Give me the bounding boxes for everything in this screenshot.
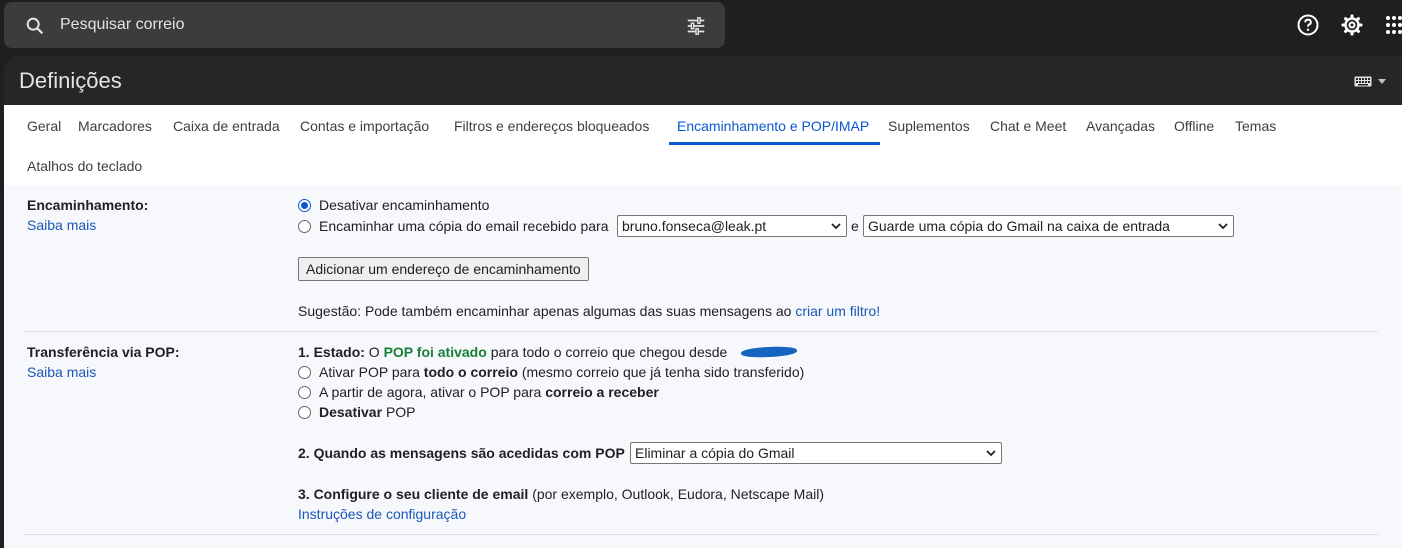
forward-copy-radio[interactable] <box>298 220 311 233</box>
search-icon[interactable] <box>24 15 46 37</box>
search-bar[interactable]: Pesquisar correio <box>4 2 725 48</box>
forwarding-learn-more-link[interactable]: Saiba mais <box>27 217 96 233</box>
top-bar: Pesquisar correio <box>0 0 1402 52</box>
add-forwarding-address-button[interactable]: Adicionar um endereço de encaminhamento <box>298 257 589 281</box>
pop-new-mail-radio[interactable] <box>298 386 311 399</box>
forwarding-tip-text: Sugestão: Pode também encaminhar apenas … <box>298 303 792 319</box>
pop-all-mail-radio[interactable] <box>298 366 311 379</box>
pop-new-mail-label: A partir de agora, ativar o POP para cor… <box>319 384 659 400</box>
page-title: Definições <box>19 68 122 93</box>
pop-all-mail-text-b: todo o correio <box>423 364 518 380</box>
pop-status-active: POP foi ativado <box>383 344 487 360</box>
tab-suplementos[interactable]: Suplementos <box>888 118 970 134</box>
configuration-instructions-link[interactable]: Instruções de configuração <box>298 506 466 522</box>
section-divider <box>24 331 1378 332</box>
pop-status-o: O <box>368 344 380 360</box>
pop-disable-text-b: POP <box>385 404 416 420</box>
chevron-down-icon <box>831 223 841 230</box>
tab-caixa-de-entrada[interactable]: Caixa de entrada <box>173 118 280 134</box>
redacted-date <box>740 346 798 358</box>
forward-copy-label: Encaminhar uma cópia do email recebido p… <box>319 218 609 234</box>
forward-address-select[interactable]: bruno.fonseca@leak.pt <box>617 215 847 237</box>
create-filter-link[interactable]: criar um filtro! <box>795 303 880 319</box>
pop-action-value: Eliminar a cópia do Gmail <box>635 445 795 461</box>
forward-keep-select[interactable]: Guarde uma cópia do Gmail na caixa de en… <box>863 215 1234 237</box>
pop-status-label: 1. Estado: <box>298 344 365 360</box>
chevron-down-icon <box>986 450 996 457</box>
settings-header: Definições <box>4 56 1402 105</box>
pop-client-label: 3. Configure o seu cliente de email (por… <box>298 486 824 502</box>
active-tab-indicator <box>669 142 880 145</box>
pop-all-mail-text-c: (mesmo correio que já tenha sido transfe… <box>521 364 805 380</box>
pop-label: Transferência via POP: <box>27 344 180 360</box>
pop-client-text: 3. Configure o seu cliente de email <box>298 486 529 502</box>
pop-new-mail-text-a: A partir de agora, ativar o POP para <box>319 384 542 400</box>
section-divider <box>24 534 1378 535</box>
settings-tabs: Geral Marcadores Caixa de entrada Contas… <box>4 105 1402 185</box>
forward-address-value: bruno.fonseca@leak.pt <box>622 218 767 234</box>
tab-temas[interactable]: Temas <box>1235 118 1276 134</box>
chevron-down-icon <box>1218 223 1228 230</box>
settings-content: Encaminhamento: Saiba mais Desativar enc… <box>4 185 1402 548</box>
help-icon[interactable] <box>1296 13 1320 37</box>
settings-gear-icon[interactable] <box>1340 13 1364 37</box>
dropdown-arrow-icon <box>1378 79 1386 84</box>
search-input[interactable]: Pesquisar correio <box>60 16 185 34</box>
pop-all-mail-label: Ativar POP para todo o correio (mesmo co… <box>319 364 804 380</box>
input-tools-toggle[interactable] <box>1354 76 1386 87</box>
forwarding-tip: Sugestão: Pode também encaminhar apenas … <box>298 303 880 319</box>
tab-avancadas[interactable]: Avançadas <box>1086 118 1155 134</box>
apps-grid-icon[interactable] <box>1384 13 1402 37</box>
search-options-icon[interactable] <box>685 15 707 37</box>
disable-forwarding-radio[interactable] <box>298 199 311 212</box>
pop-client-rest: (por exemplo, Outlook, Eudora, Netscape … <box>532 486 824 502</box>
forwarding-label: Encaminhamento: <box>27 197 149 213</box>
tab-offline[interactable]: Offline <box>1174 118 1214 134</box>
tab-contas-e-importacao[interactable]: Contas e importação <box>300 118 429 134</box>
pop-status-line: 1. Estado: O POP foi ativado para todo o… <box>298 344 727 360</box>
pop-new-mail-text-b: correio a receber <box>545 384 659 400</box>
keyboard-icon <box>1354 76 1372 87</box>
tab-filtros[interactable]: Filtros e endereços bloqueados <box>454 118 649 134</box>
tab-geral[interactable]: Geral <box>27 118 61 134</box>
and-text: e <box>851 218 859 234</box>
disable-forwarding-label: Desativar encaminhamento <box>319 197 490 213</box>
tab-atalhos-do-teclado[interactable]: Atalhos do teclado <box>27 158 142 174</box>
tab-marcadores[interactable]: Marcadores <box>78 118 152 134</box>
pop-disable-radio[interactable] <box>298 406 311 419</box>
pop-disable-text-a: Desativar <box>319 404 383 420</box>
tab-chat-e-meet[interactable]: Chat e Meet <box>990 118 1066 134</box>
pop-when-text: 2. Quando as mensagens são acedidas com … <box>298 445 625 461</box>
pop-all-mail-text-a: Ativar POP para <box>319 364 420 380</box>
pop-learn-more-link[interactable]: Saiba mais <box>27 364 96 380</box>
pop-disable-label: Desativar POP <box>319 404 416 420</box>
pop-status-rest: para todo o correio que chegou desde <box>490 344 728 360</box>
forward-keep-value: Guarde uma cópia do Gmail na caixa de en… <box>868 218 1170 234</box>
tab-encaminhamento-pop-imap[interactable]: Encaminhamento e POP/IMAP <box>677 118 869 134</box>
pop-when-label: 2. Quando as mensagens são acedidas com … <box>298 445 625 461</box>
pop-action-select[interactable]: Eliminar a cópia do Gmail <box>630 442 1002 464</box>
